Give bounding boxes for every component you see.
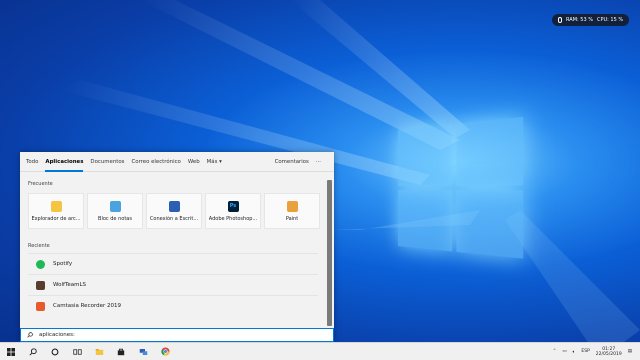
taskbar-store[interactable] [110,343,132,360]
recent-app-label: Camtasia Recorder 2019 [53,303,122,309]
frequent-heading: Frecuente [28,181,53,187]
frequent-app-label: Conexión a Escrit... [149,215,199,222]
search-results: Frecuente Explorador de arc... Bloc de no… [20,173,326,328]
frequent-app-tile[interactable]: Bloc de notas [87,193,143,229]
taskbar-chrome[interactable] [154,343,176,360]
start-button[interactable] [0,343,22,360]
frequent-apps: Explorador de arc... Bloc de notas Conexió… [20,187,326,229]
performance-widget[interactable]: RAM: 53 % CPU: 15 % [552,14,630,26]
search-icon [27,332,33,338]
system-tray: ⌃ ▭ 🔈︎ ESP 01:27 22/05/2019 ▤ [553,347,640,357]
cpu-readout: CPU: 15 % [596,17,624,23]
tab-web[interactable]: Web [188,152,200,172]
network-icon[interactable]: ▭ [562,349,566,354]
recent-apps: Spotify WolfTeamLS Camtasia Recorder 2019 [20,253,326,316]
windows-logo [398,116,526,262]
search-query: aplicaciones: [39,332,75,338]
recent-heading: Reciente [28,243,50,249]
tab-documentos[interactable]: Documentos [90,152,124,172]
recent-app-row[interactable]: Camtasia Recorder 2019 [28,295,318,316]
search-button[interactable] [22,343,44,360]
tab-aplicaciones[interactable]: Aplicaciones [45,152,84,172]
frequent-app-label: Bloc de notas [98,215,132,222]
notepad-icon [109,200,121,212]
recent-app-row[interactable]: WolfTeamLS [28,274,318,295]
task-view-icon [72,348,82,355]
store-icon [117,348,125,355]
camtasia-icon [36,301,45,311]
frequent-app-tile[interactable]: Explorador de arc... [28,193,84,229]
spotify-icon [36,259,45,269]
search-input[interactable]: aplicaciones: [20,328,334,342]
chevron-up-icon[interactable]: ⌃ [553,349,557,354]
clock[interactable]: 01:27 22/05/2019 [596,347,622,357]
task-view-button[interactable] [66,343,88,360]
cortana-icon [51,348,59,355]
frequent-app-tile[interactable]: Paint [264,193,320,229]
wolfteam-icon [36,280,45,290]
cortana-button[interactable] [44,343,66,360]
recent-app-label: WolfTeamLS [53,282,87,288]
photoshop-icon: Ps [227,200,239,212]
chrome-icon [160,347,170,356]
scrollbar[interactable] [327,180,332,326]
frequent-app-tile[interactable]: Ps Adobe Photoshop... [205,193,261,229]
frequent-app-label: Paint [285,215,299,222]
folder-icon [50,200,62,212]
paint-icon [286,200,298,212]
search-icon [29,347,37,356]
tab-mas[interactable]: Más ▾ [207,152,222,172]
recent-app-label: Spotify [53,261,73,267]
taskbar-file-explorer[interactable] [88,343,110,360]
notifications-icon[interactable]: ▤ [628,349,632,354]
clock-date: 22/05/2019 [595,351,622,357]
folder-icon [95,348,103,355]
frequent-app-label: Explorador de arc... [31,215,81,222]
tab-todo[interactable]: Todo [26,152,38,172]
feedback-link[interactable]: Comentarios [275,152,309,172]
remote-desktop-icon [168,200,180,212]
search-tabs: Todo Aplicaciones Documentos Correo elec… [20,152,334,172]
frequent-app-label: Adobe Photoshop... [208,215,258,222]
volume-icon[interactable]: 🔈︎ [573,349,576,355]
tab-correo[interactable]: Correo electrónico [131,152,180,172]
microphone-icon [558,17,562,23]
taskbar: ⌃ ▭ 🔈︎ ESP 01:27 22/05/2019 ▤ [0,342,640,360]
remote-desktop-icon [139,348,147,355]
windows-start-icon [7,347,15,356]
search-panel: Todo Aplicaciones Documentos Correo elec… [20,152,334,342]
frequent-app-tile[interactable]: Conexión a Escrit... [146,193,202,229]
language-indicator[interactable]: ESP [581,349,589,354]
ram-readout: RAM: 53 % [566,17,593,23]
taskbar-remote-desktop[interactable] [132,343,154,360]
more-options-button[interactable]: ··· [316,152,321,172]
recent-app-row[interactable]: Spotify [28,253,318,274]
